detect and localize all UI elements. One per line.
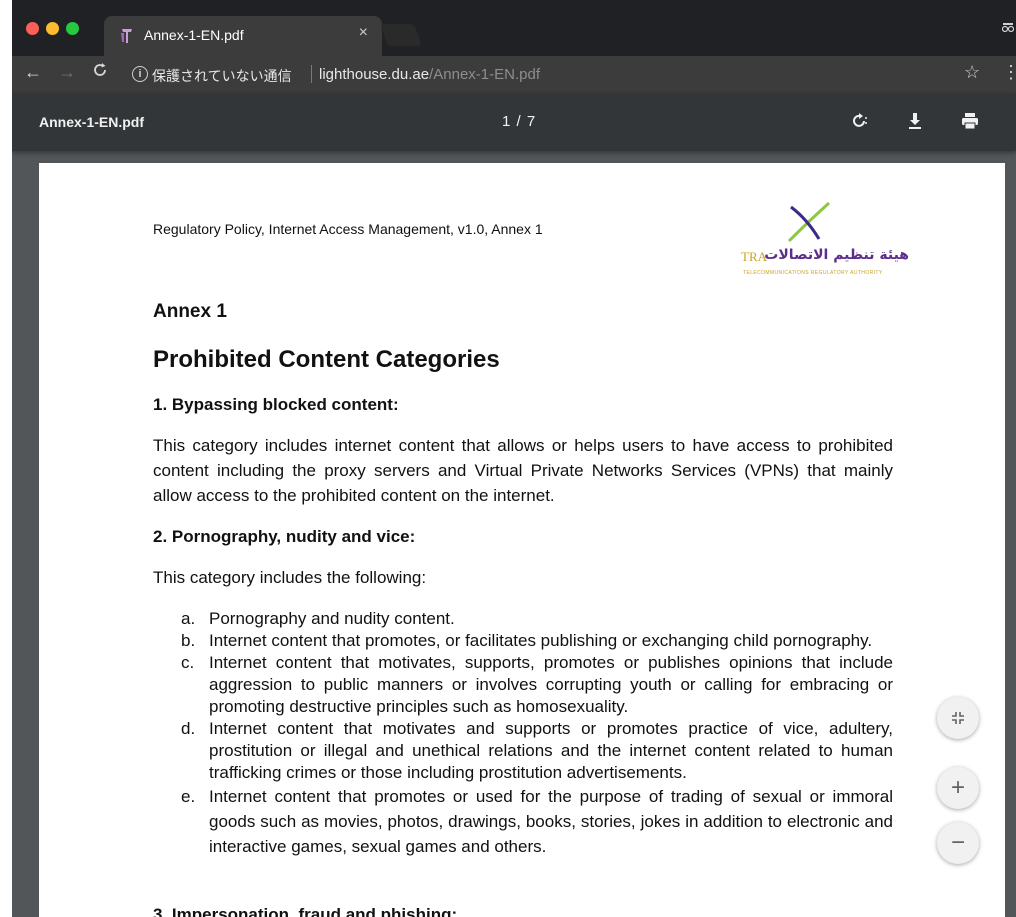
list-item: d. Internet content that motivates and su… (181, 719, 893, 782)
annex-label: Annex 1 (153, 301, 227, 322)
browser-window: Annex-1-EN.pdf × ← → i 保護されていない通信 lighth… (12, 0, 1016, 917)
logo-subtitle: TELECOMMUNICATIONS REGULATORY AUTHORITY (743, 270, 883, 276)
window-maximize-button[interactable] (66, 22, 79, 35)
security-label: 保護されていない通信 (152, 68, 292, 84)
menu-icon[interactable]: ⋮ (1002, 62, 1016, 83)
reload-button[interactable] (92, 62, 108, 83)
fit-to-page-button[interactable] (937, 697, 979, 739)
bookmark-star-icon[interactable]: ☆ (964, 62, 980, 83)
pdf-favicon-icon (121, 29, 132, 43)
forward-button[interactable]: → (58, 62, 76, 83)
tab-close-icon[interactable]: × (359, 24, 368, 42)
tra-emblem-icon (787, 201, 831, 243)
pdf-title: Annex-1-EN.pdf (39, 114, 144, 130)
page-indicator[interactable]: 1 / 7 (502, 113, 536, 130)
section-title: 1. Bypassing blocked content: (153, 395, 399, 414)
tra-logo: TRA هيئة تنظيم الاتصالات TELECOMMUNICATI… (739, 199, 909, 283)
list-item: e. Internet content that promotes or used… (181, 787, 893, 856)
zoom-out-button[interactable]: − (937, 822, 979, 864)
print-icon[interactable] (958, 109, 982, 133)
section-title: 3. Impersonation, fraud and phishing: (153, 905, 458, 917)
address-bar[interactable]: i 保護されていない通信 lighthouse.du.ae/Annex-1-EN… (124, 60, 988, 89)
fit-page-icon (952, 712, 964, 724)
main-heading: Prohibited Content Categories (153, 346, 500, 373)
tab-title: Annex-1-EN.pdf (144, 27, 244, 43)
download-icon[interactable] (903, 109, 927, 133)
incognito-icon (1001, 20, 1015, 37)
tab-annex-pdf[interactable]: Annex-1-EN.pdf × (104, 16, 382, 56)
zoom-in-button[interactable]: + (937, 767, 979, 809)
browser-toolbar: ← → i 保護されていない通信 lighthouse.du.ae/Annex-… (12, 56, 1016, 93)
section-title: 2. Pornography, nudity and vice: (153, 527, 416, 546)
list-item: c. Internet content that motivates, suppo… (181, 653, 893, 716)
section-body: This category includes internet content … (153, 436, 893, 505)
rotate-icon[interactable] (848, 109, 872, 133)
window-minimize-button[interactable] (46, 22, 59, 35)
section-body: This category includes the following: (153, 568, 427, 587)
address-divider (311, 65, 312, 83)
back-button[interactable]: ← (24, 62, 42, 83)
pdf-page: Regulatory Policy, Internet Access Manag… (39, 163, 1005, 917)
tab-strip: Annex-1-EN.pdf × (12, 0, 1016, 56)
list-item: b. Internet content that promotes, or fac… (181, 631, 873, 650)
content-list: a. Pornography and nudity content. b. Inte… (181, 608, 893, 859)
reload-icon (94, 63, 106, 76)
info-icon[interactable]: i (132, 66, 148, 82)
window-close-button[interactable] (26, 22, 39, 35)
logo-arabic-text: هيئة تنظيم الاتصالات (764, 247, 909, 263)
url-text[interactable]: lighthouse.du.ae/Annex-1-EN.pdf (319, 66, 540, 83)
new-tab-button[interactable] (379, 24, 423, 46)
pdf-toolbar: Annex-1-EN.pdf 1 / 7 (12, 93, 1016, 151)
document-header: Regulatory Policy, Internet Access Manag… (153, 221, 543, 237)
list-item: a. Pornography and nudity content. (181, 609, 455, 628)
